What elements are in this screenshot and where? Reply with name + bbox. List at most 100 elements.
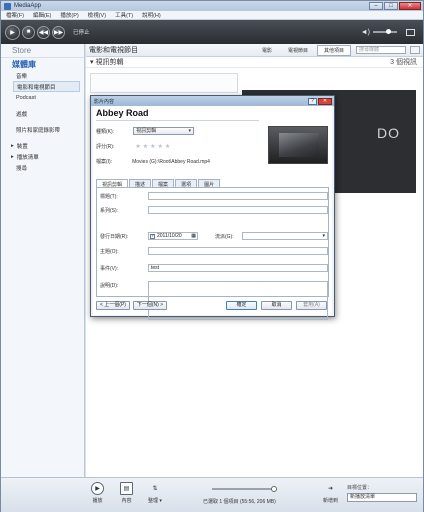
sidebar: Store 媒體庫 音樂 電影和電視節目 Podcast 遊戲 照片和家庭錄影帶… <box>1 44 85 477</box>
file-row: 檔案(I): Movies (G):\Root\Abbey Road.mp4 <box>96 158 210 166</box>
release-date-checkbox[interactable]: ✓ <box>150 233 155 239</box>
dialog-title: 影片內容 <box>94 98 115 105</box>
thumbnail-text: DO <box>377 125 400 141</box>
event-field[interactable]: test <box>148 264 328 272</box>
window-title: MediaApp <box>14 3 42 9</box>
apply-button[interactable]: 套用(A) <box>296 301 327 310</box>
star-rating[interactable]: ★★★★★ <box>135 143 172 150</box>
series-field-label: 系列(S): <box>100 208 119 214</box>
preview-image <box>279 133 319 157</box>
breadcrumb[interactable]: 電影和電視節目 <box>89 45 138 55</box>
stop-icon[interactable]: ■ <box>22 25 35 39</box>
previous-button[interactable]: < 上一個(P) <box>96 301 130 310</box>
target-select[interactable]: 新播放清單 <box>347 493 417 502</box>
menu-play[interactable]: 播放(P) <box>60 11 78 19</box>
player-status: 已停止 <box>73 30 90 36</box>
sidebar-group-playlists[interactable]: ▸ 播放清單 <box>1 151 84 162</box>
tab-other[interactable]: 其他項目 <box>316 44 351 56</box>
divider <box>96 120 259 121</box>
release-date-field[interactable]: ✓ 2011/10/20 ▦ <box>148 232 198 240</box>
sidebar-store[interactable]: Store <box>1 44 84 58</box>
dialog-close-button[interactable]: ✕ <box>318 97 332 105</box>
properties-dialog: 影片內容 ? ✕ Abbey Road 種類(K): 視訊剪輯 評分(R): ★… <box>90 95 335 320</box>
title-field-label: 標題(T): <box>100 194 118 200</box>
dialog-help-button[interactable]: ? <box>308 97 317 105</box>
sort-icon: ⇅ <box>152 486 158 492</box>
ok-button[interactable]: 確定 <box>226 301 257 310</box>
event-label: 事件(V): <box>100 266 119 272</box>
properties-button[interactable]: ▤ 內容 <box>120 482 133 504</box>
volume-knob[interactable] <box>386 29 391 34</box>
sync-button[interactable]: ➜ 新增到 <box>323 482 338 504</box>
sidebar-item-photos[interactable]: 照片和家庭錄影帶 <box>1 124 84 135</box>
rating-label: 評分(R): <box>96 144 115 150</box>
sidebar-item-search[interactable]: 搜尋 <box>1 162 84 173</box>
bottom-toolbar: ▶ 播放 ▤ 內容 ⇅ 整理 ▾ 已選取 1 個項目 (55:56, 206 M… <box>1 477 423 512</box>
menu-tools[interactable]: 工具(T) <box>115 11 133 19</box>
volume-slider[interactable] <box>373 29 397 34</box>
kind-label: 種類(K): <box>96 128 115 135</box>
tab-tv[interactable]: 電視節目 <box>281 45 315 56</box>
sync-label: 新增到 <box>323 498 339 504</box>
search-input[interactable]: 搜尋媒體 <box>356 46 406 54</box>
video-thumbnail[interactable] <box>90 73 238 93</box>
release-date-value: 2011/10/20 <box>157 233 182 239</box>
app-icon <box>4 2 11 10</box>
play-icon[interactable]: ▶ <box>5 24 20 40</box>
release-date-label: 發行日期(R): <box>100 234 129 240</box>
play-button[interactable]: ▶ 播放 <box>91 482 104 504</box>
cancel-button[interactable]: 取消 <box>261 301 292 310</box>
expand-icon: ▸ <box>11 153 14 160</box>
item-count: 3 個視訊 <box>390 59 417 66</box>
seek-slider[interactable] <box>212 486 277 492</box>
kind-select[interactable]: 視訊剪輯 <box>133 127 195 135</box>
genre-label: 流派(G): <box>215 234 234 240</box>
speaker-icon[interactable]: ◄) <box>361 29 370 36</box>
play-circle-icon: ▶ <box>91 482 104 495</box>
sidebar-item-movies-tv[interactable]: 電影和電視節目 <box>13 81 80 92</box>
nav-bar: 電影和電視節目 電影 電視節目 其他項目 搜尋媒體 <box>86 44 423 57</box>
close-button[interactable]: ✕ <box>399 2 421 10</box>
sidebar-group-devices[interactable]: ▸ 裝置 <box>1 140 84 151</box>
sidebar-library-heading[interactable]: 媒體庫 <box>1 58 84 70</box>
next-button[interactable]: 下一個(N) > <box>133 301 167 310</box>
next-icon[interactable]: ▶▶ <box>52 25 65 39</box>
sidebar-item-music[interactable]: 音樂 <box>1 70 84 81</box>
series-field[interactable] <box>148 206 328 214</box>
properties-label: 內容 <box>121 498 132 504</box>
menu-file[interactable]: 檔案(F) <box>6 11 24 19</box>
organize-button[interactable]: ⇅ 整理 ▾ <box>148 482 162 504</box>
file-label: 檔案(I): <box>96 159 113 165</box>
file-path: Movies (G):\Root\Abbey Road.mp4 <box>132 158 210 165</box>
category-label[interactable]: ▾ 視訊剪輯 <box>90 57 123 67</box>
tab-movies[interactable]: 電影 <box>255 45 279 56</box>
menu-help[interactable]: 說明(H) <box>142 11 161 19</box>
video-preview <box>268 126 328 164</box>
menu-edit[interactable]: 編輯(E) <box>33 11 51 19</box>
description-label: 說明(D): <box>100 283 119 289</box>
sidebar-group-label: 裝置 <box>16 143 28 150</box>
target-label: 目標位置： <box>347 485 373 491</box>
calendar-icon[interactable]: ▦ <box>191 233 196 239</box>
subject-field[interactable] <box>148 247 328 255</box>
title-field[interactable] <box>148 192 328 200</box>
maximize-button[interactable]: □ <box>384 2 398 10</box>
menu-bar: 檔案(F) 編輯(E) 播放(P) 檢視(V) 工具(T) 說明(H) <box>1 11 423 20</box>
menu-view[interactable]: 檢視(V) <box>88 11 106 19</box>
organize-label: 整理 ▾ <box>148 498 162 504</box>
document-icon: ▤ <box>120 482 133 495</box>
minimize-button[interactable]: – <box>369 2 383 10</box>
view-options-icon[interactable] <box>410 46 420 54</box>
subject-label: 主題(O): <box>100 249 119 255</box>
kind-row: 種類(K): 視訊剪輯 <box>96 127 195 135</box>
seek-knob[interactable] <box>271 486 277 492</box>
sidebar-item-games[interactable]: 遊戲 <box>1 108 84 119</box>
previous-icon[interactable]: ◀◀ <box>37 25 50 39</box>
selection-status: 已選取 1 個項目 (55:56, 206 MB) <box>203 499 276 505</box>
mini-player-icon[interactable] <box>406 28 415 36</box>
genre-select[interactable] <box>242 232 328 240</box>
sidebar-group-label: 播放清單 <box>16 154 39 161</box>
sidebar-item-podcast[interactable]: Podcast <box>1 92 84 103</box>
arrow-right-icon: ➜ <box>327 486 334 492</box>
tab-panel: 標題(T): 系列(S): 發行日期(R): ✓ 2011/10/20 ▦ 流派… <box>96 187 329 320</box>
